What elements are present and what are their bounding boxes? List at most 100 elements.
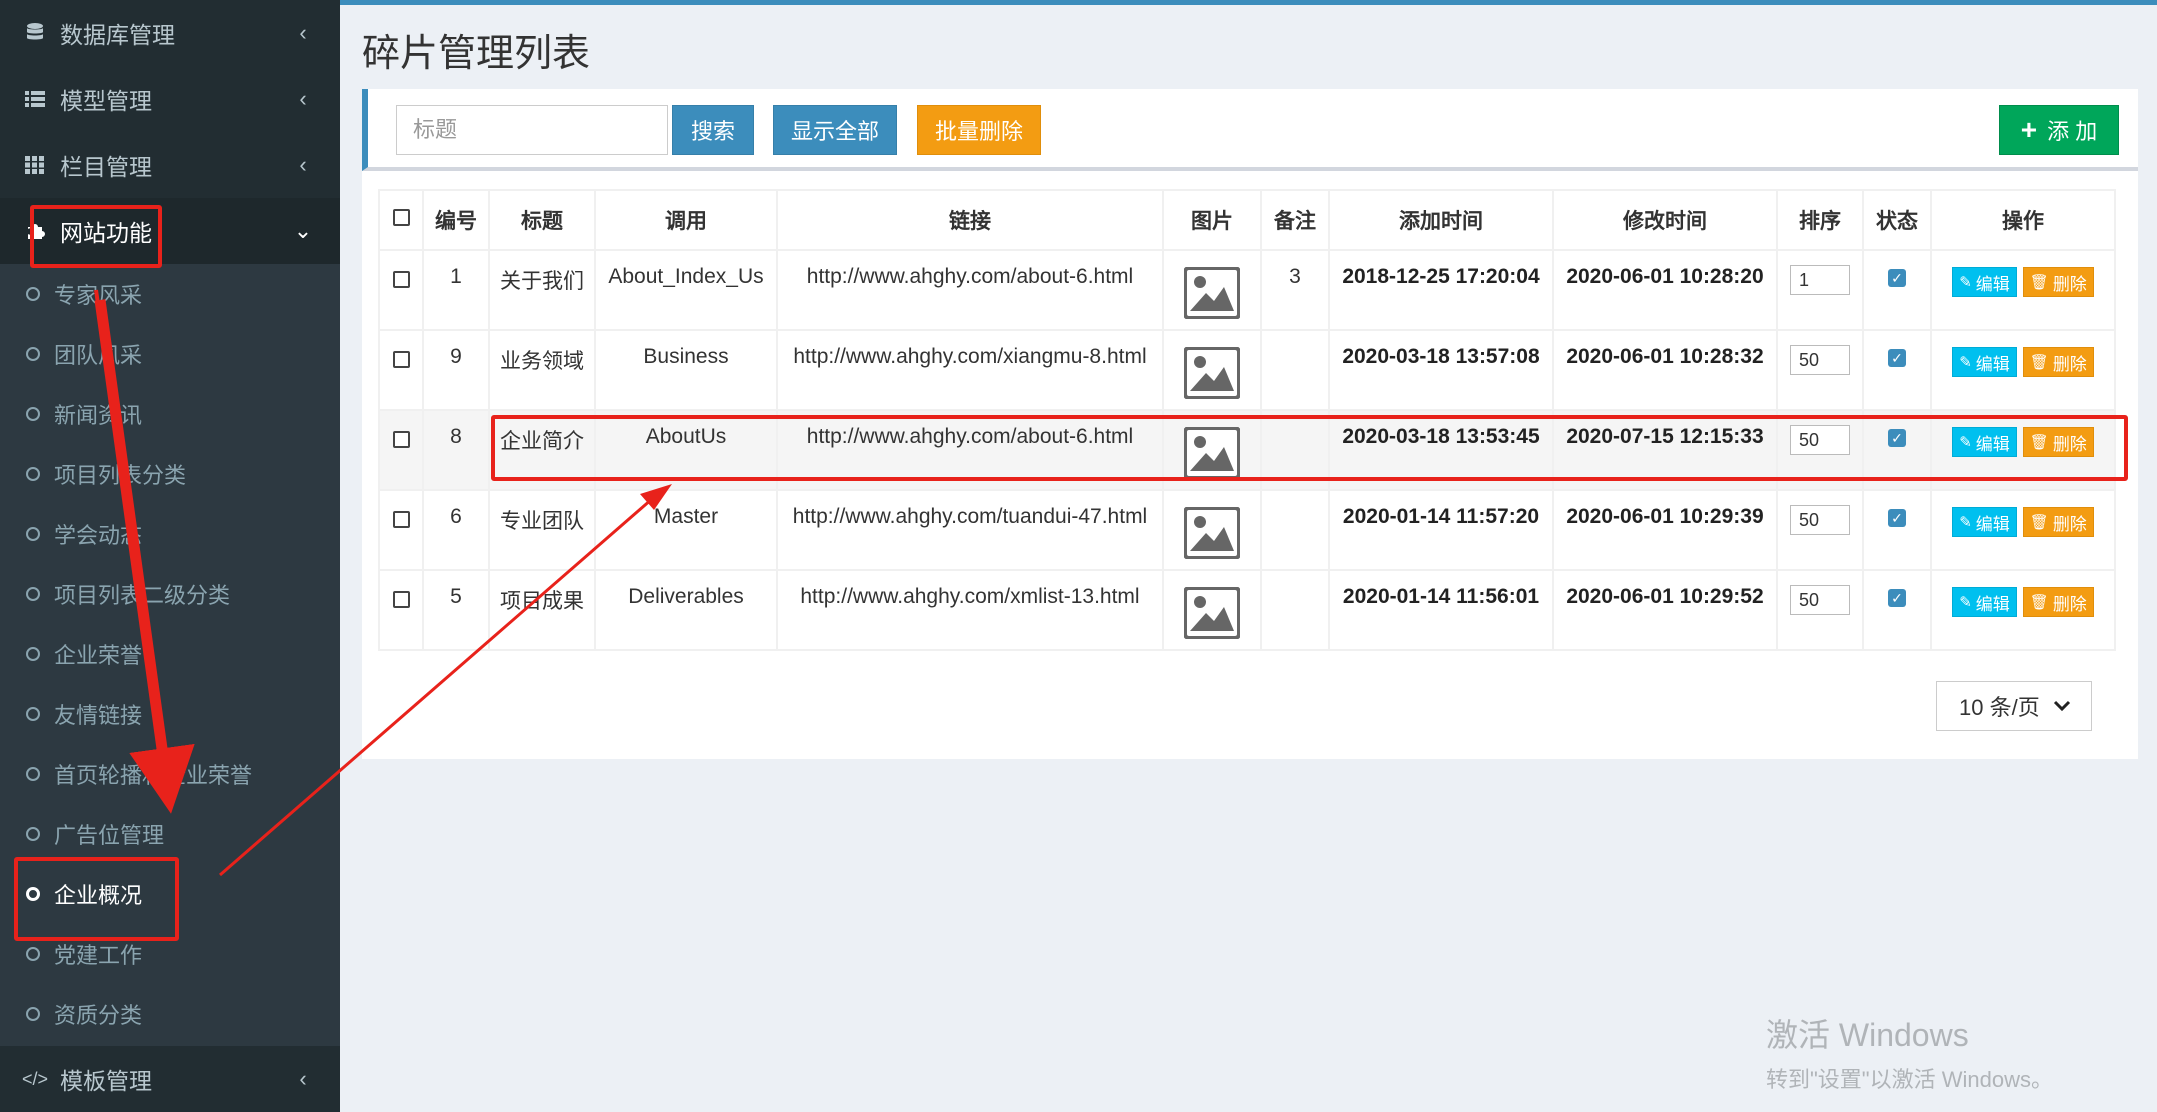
sort-input[interactable] bbox=[1790, 345, 1850, 375]
cell-image bbox=[1162, 409, 1262, 491]
sidebar-subitem-label: 企业概况 bbox=[54, 883, 143, 908]
delete-label: 删除 bbox=[2052, 514, 2087, 534]
add-button[interactable]: + 添 加 bbox=[1999, 105, 2119, 155]
sidebar-subitem[interactable]: 项目列表分类 bbox=[0, 444, 340, 504]
edit-button[interactable]: ✎ 编辑 bbox=[1952, 267, 2017, 297]
image-placeholder-icon[interactable] bbox=[1183, 426, 1241, 480]
row-checkbox[interactable] bbox=[392, 271, 410, 288]
image-placeholder-icon[interactable] bbox=[1183, 506, 1241, 560]
sidebar-subitem[interactable]: 企业概况 bbox=[0, 864, 340, 924]
sidebar-subitem-label: 新闻资讯 bbox=[54, 403, 143, 428]
sidebar-subitem[interactable]: 广告位管理 bbox=[0, 804, 340, 864]
cell-modified-time: 2020-06-01 10:28:32 bbox=[1552, 329, 1778, 411]
cell-title: 业务领域 bbox=[488, 329, 596, 411]
delete-button[interactable]: 🗑 删除 bbox=[2022, 587, 2094, 617]
batch-delete-button[interactable]: 批量删除 bbox=[917, 105, 1041, 155]
delete-label: 删除 bbox=[2052, 274, 2087, 294]
delete-button[interactable]: 🗑 删除 bbox=[2022, 267, 2094, 297]
sidebar-subitem-label: 学会动态 bbox=[54, 523, 143, 548]
cell-call: About_Index_Us bbox=[594, 249, 778, 331]
cell-sort bbox=[1776, 569, 1864, 651]
column-header[interactable]: 排序 bbox=[1776, 189, 1864, 251]
sort-input[interactable] bbox=[1790, 265, 1850, 295]
status-checkbox-checked-icon[interactable]: ✓ bbox=[1888, 509, 1906, 527]
column-header[interactable]: 链接 bbox=[776, 189, 1164, 251]
cell-added-time: 2020-01-14 11:57:20 bbox=[1328, 489, 1554, 571]
sort-input[interactable] bbox=[1790, 505, 1850, 535]
sidebar-subitem-label: 友情链接 bbox=[54, 703, 143, 728]
sidebar-subitem-label: 专家风采 bbox=[54, 283, 143, 308]
column-header[interactable]: 调用 bbox=[594, 189, 778, 251]
column-header: 操作 bbox=[1930, 189, 2116, 251]
sidebar-item-label: 模型管理 bbox=[60, 88, 152, 114]
status-checkbox-checked-icon[interactable]: ✓ bbox=[1888, 429, 1906, 447]
sort-input[interactable] bbox=[1790, 425, 1850, 455]
edit-button[interactable]: ✎ 编辑 bbox=[1952, 507, 2017, 537]
circle-icon bbox=[26, 467, 40, 481]
sidebar-item-columns[interactable]: 栏目管理 ‹ bbox=[0, 132, 340, 198]
cell-added-time: 2020-03-18 13:57:08 bbox=[1328, 329, 1554, 411]
select-all-cell bbox=[378, 189, 424, 251]
show-all-button[interactable]: 显示全部 bbox=[773, 105, 897, 155]
cell-id: 8 bbox=[422, 409, 490, 491]
delete-button[interactable]: 🗑 删除 bbox=[2022, 347, 2094, 377]
sidebar-item-label: 栏目管理 bbox=[60, 154, 152, 180]
edit-button[interactable]: ✎ 编辑 bbox=[1952, 427, 2017, 457]
delete-button[interactable]: 🗑 删除 bbox=[2022, 427, 2094, 457]
column-header[interactable]: 添加时间 bbox=[1328, 189, 1554, 251]
sidebar-item-label: 模板管理 bbox=[60, 1068, 152, 1094]
column-header[interactable]: 修改时间 bbox=[1552, 189, 1778, 251]
cell-status: ✓ bbox=[1862, 329, 1932, 411]
row-checkbox[interactable] bbox=[392, 591, 410, 608]
status-checkbox-checked-icon[interactable]: ✓ bbox=[1888, 269, 1906, 287]
sidebar-subitem[interactable]: 资质分类 bbox=[0, 984, 340, 1044]
cell-title: 项目成果 bbox=[488, 569, 596, 651]
sidebar-subitem[interactable]: 友情链接 bbox=[0, 684, 340, 744]
column-header[interactable]: 编号 bbox=[422, 189, 490, 251]
column-header[interactable]: 备注 bbox=[1260, 189, 1330, 251]
sidebar-subitem[interactable]: 新闻资讯 bbox=[0, 384, 340, 444]
trash-icon: 🗑 bbox=[2029, 594, 2049, 611]
sidebar-subitem[interactable]: 团队风采 bbox=[0, 324, 340, 384]
image-placeholder-icon[interactable] bbox=[1183, 586, 1241, 640]
sidebar-item-site-functions[interactable]: 网站功能 ⌄ bbox=[0, 198, 340, 264]
cell-image bbox=[1162, 329, 1262, 411]
sidebar-subitem[interactable]: 项目列表二级分类 bbox=[0, 564, 340, 624]
row-checkbox[interactable] bbox=[392, 431, 410, 448]
sort-input[interactable] bbox=[1790, 585, 1850, 615]
edit-button[interactable]: ✎ 编辑 bbox=[1952, 587, 2017, 617]
cell-modified-time: 2020-06-01 10:29:52 bbox=[1552, 569, 1778, 651]
table-row: 9 业务领域 Business http://www.ahghy.com/xiangm… bbox=[378, 329, 2116, 411]
search-input[interactable] bbox=[396, 105, 668, 155]
sidebar-subitem[interactable]: 首页轮播和企业荣誉 bbox=[0, 744, 340, 804]
sidebar-item-database[interactable]: 数据库管理 ‹ bbox=[0, 0, 340, 66]
sidebar-subitem[interactable]: 企业荣誉 bbox=[0, 624, 340, 684]
circle-icon bbox=[26, 767, 40, 781]
cell-added-time: 2018-12-25 17:20:04 bbox=[1328, 249, 1554, 331]
toolbar: 搜索 显示全部 批量删除 + 添 加 bbox=[362, 89, 2138, 171]
chevron-left-icon: ‹ bbox=[299, 86, 307, 111]
delete-label: 删除 bbox=[2052, 354, 2087, 374]
column-header[interactable]: 标题 bbox=[488, 189, 596, 251]
status-checkbox-checked-icon[interactable]: ✓ bbox=[1888, 349, 1906, 367]
edit-button[interactable]: ✎ 编辑 bbox=[1952, 347, 2017, 377]
image-placeholder-icon[interactable] bbox=[1183, 266, 1241, 320]
column-header[interactable]: 状态 bbox=[1862, 189, 1932, 251]
select-all-checkbox[interactable] bbox=[392, 209, 410, 226]
table-header-row: 编号 标题 调用 链接 图片 备注 添加时间 修改时间 排序 状态 操作 bbox=[378, 189, 2116, 251]
image-placeholder-icon[interactable] bbox=[1183, 346, 1241, 400]
sidebar-subitem[interactable]: 学会动态 bbox=[0, 504, 340, 564]
trash-icon: 🗑 bbox=[2029, 274, 2049, 291]
sidebar-item-models[interactable]: 模型管理 ‹ bbox=[0, 66, 340, 132]
row-checkbox[interactable] bbox=[392, 511, 410, 528]
status-checkbox-checked-icon[interactable]: ✓ bbox=[1888, 589, 1906, 607]
delete-button[interactable]: 🗑 删除 bbox=[2022, 507, 2094, 537]
row-checkbox[interactable] bbox=[392, 351, 410, 368]
sidebar-subitem[interactable]: 党建工作 bbox=[0, 924, 340, 984]
edit-icon: ✎ bbox=[1959, 594, 1972, 611]
cell-title: 企业简介 bbox=[488, 409, 596, 491]
search-button[interactable]: 搜索 bbox=[672, 105, 754, 155]
sidebar-subitem[interactable]: 专家风采 bbox=[0, 264, 340, 324]
sidebar-item-templates[interactable]: </> 模板管理 ‹ bbox=[0, 1046, 340, 1112]
page-size-select[interactable]: 10 条/页 bbox=[1936, 681, 2092, 731]
